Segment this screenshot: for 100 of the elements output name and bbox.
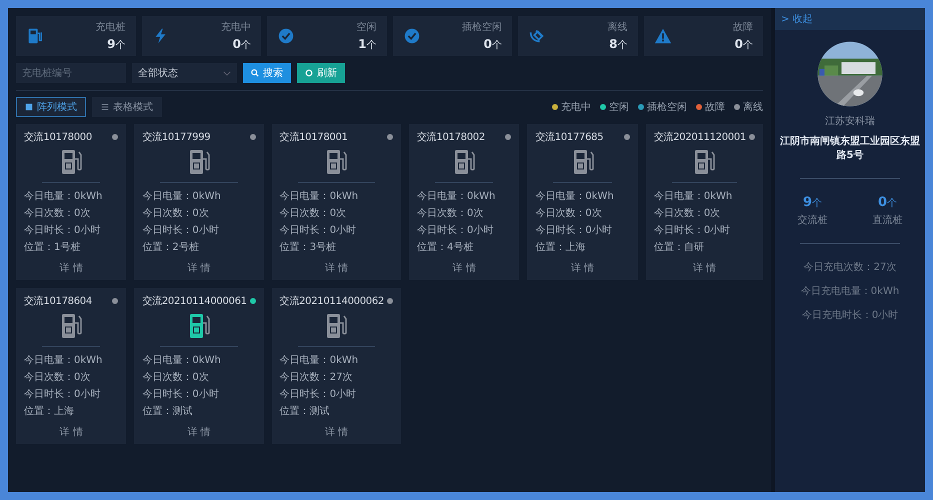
ring-icon xyxy=(305,69,313,77)
charger-info: 今日时长：0小时 xyxy=(24,388,102,401)
detail-link[interactable]: 详 情 xyxy=(452,261,476,275)
charger-info: 今日时长：0小时 xyxy=(654,224,732,237)
charger-info: 今日时长：0小时 xyxy=(280,224,358,237)
charger-info: 今日电量：0kWh xyxy=(535,190,615,203)
stat-count: 1个 xyxy=(358,37,376,52)
stat-label: 空闲 xyxy=(356,20,376,34)
charger-info: 今日电量：0kWh xyxy=(280,354,360,367)
charger-info: 今日次数：27次 xyxy=(280,371,354,384)
check-circle-icon xyxy=(402,27,420,45)
list-icon xyxy=(101,103,109,111)
detail-link[interactable]: 详 情 xyxy=(187,425,211,439)
charger-info: 今日时长：0小时 xyxy=(142,388,220,401)
charger-info: 今日电量：0kWh xyxy=(416,190,496,203)
stat-label: 充电中 xyxy=(221,20,251,34)
search-icon xyxy=(251,69,259,77)
station-name: 江苏安科瑞 xyxy=(825,114,875,128)
stat-label: 离线 xyxy=(608,20,628,34)
fuel-pump-icon xyxy=(324,147,348,177)
charger-name: 交流10178604 xyxy=(24,294,92,308)
detail-link[interactable]: 详 情 xyxy=(60,261,83,275)
fuel-pump-icon xyxy=(187,311,212,341)
fuel-pump-icon xyxy=(59,311,84,341)
charger-name: 交流10178002 xyxy=(416,130,485,144)
charger-info: 今日电量：0kWh xyxy=(142,354,222,367)
charger-info: 今日电量：0kWh xyxy=(24,190,104,203)
charger-name: 交流10177685 xyxy=(535,130,604,144)
fuel-pump-icon xyxy=(452,147,476,177)
stat-count: 0个 xyxy=(484,37,502,52)
stat-count: 8个 xyxy=(609,37,628,52)
pile-type-label: 交流桩 xyxy=(798,214,828,227)
detail-link[interactable]: 详 情 xyxy=(324,261,348,275)
detail-link[interactable]: 详 情 xyxy=(60,425,83,439)
status-select[interactable]: 全部状态 xyxy=(132,63,237,83)
collapse-button[interactable]: > 收起 xyxy=(775,8,925,30)
charger-info: 位置：测试 xyxy=(142,404,194,418)
charger-info: 今日时长：0小时 xyxy=(535,224,613,237)
stat-count: 9个 xyxy=(107,37,126,52)
charger-info: 今日电量：0kWh xyxy=(280,190,360,203)
charger-info: 今日次数：0次 xyxy=(142,207,210,220)
search-button[interactable]: 搜索 xyxy=(243,63,291,83)
today-stat: 今日充电时长：0小时 xyxy=(802,308,898,322)
charger-info: 今日时长：0小时 xyxy=(416,224,494,237)
charger-info: 位置：测试 xyxy=(280,404,331,418)
today-stat: 今日充电电量：0kWh xyxy=(800,284,900,298)
charger-info: 今日次数：0次 xyxy=(654,207,722,220)
charger-info: 今日电量：0kWh xyxy=(142,190,222,203)
fuel-pump-icon xyxy=(324,311,348,341)
charger-info: 今日次数：0次 xyxy=(416,207,484,220)
fuel-pump-icon xyxy=(59,147,84,177)
stat-count: 0个 xyxy=(734,37,753,52)
detail-link[interactable]: 详 情 xyxy=(571,261,594,275)
refresh-button[interactable]: 刷新 xyxy=(297,63,345,83)
legend-label: 插枪空闲 xyxy=(647,100,687,114)
legend-label: 离线 xyxy=(743,100,763,114)
charger-info: 位置：3号桩 xyxy=(280,240,338,254)
fuel-pump-icon xyxy=(26,27,44,45)
stat-label: 插枪空闲 xyxy=(462,20,502,34)
caret-icon xyxy=(223,70,231,76)
view-mode-tab[interactable]: 阵列模式 xyxy=(16,97,86,117)
fuel-pump-icon xyxy=(692,147,716,177)
square-icon xyxy=(25,103,33,111)
detail-link[interactable]: 详 情 xyxy=(324,425,348,439)
stat-label: 充电桩 xyxy=(96,20,126,34)
plug-icon xyxy=(528,27,546,45)
charger-info: 今日时长：0小时 xyxy=(280,388,358,401)
warning-icon xyxy=(654,27,672,45)
station-address: 江阴市南闸镇东盟工业园区东盟路5号 xyxy=(779,134,921,162)
stat-label: 故障 xyxy=(733,20,753,34)
pile-count: 0个 xyxy=(878,195,898,210)
legend-label: 空闲 xyxy=(609,100,629,114)
charger-name: 交流10177999 xyxy=(142,130,210,144)
detail-link[interactable]: 详 情 xyxy=(692,261,716,275)
fuel-pump-icon xyxy=(187,147,212,177)
detail-link[interactable]: 详 情 xyxy=(187,261,211,275)
charger-name: 交流10178000 xyxy=(24,130,92,144)
charger-info: 今日电量：0kWh xyxy=(24,354,104,367)
charger-info: 位置：上海 xyxy=(535,240,586,254)
charger-name: 交流20210114000062 xyxy=(280,294,384,308)
charger-info: 今日次数：0次 xyxy=(24,371,92,384)
charger-info: 今日时长：0小时 xyxy=(142,224,220,237)
charger-info: 今日次数：0次 xyxy=(280,207,348,220)
charger-info: 今日次数：0次 xyxy=(142,371,210,384)
view-mode-tab[interactable]: 表格模式 xyxy=(92,97,162,117)
today-stat: 今日充电次数：27次 xyxy=(804,260,896,274)
legend-label: 故障 xyxy=(705,100,725,114)
charger-info: 今日次数：0次 xyxy=(24,207,92,220)
charger-name: 交流10178001 xyxy=(280,130,348,144)
charger-info: 今日电量：0kWh xyxy=(654,190,734,203)
search-field[interactable]: 充电桩编号 xyxy=(16,63,126,83)
charger-name: 交流202011120001 xyxy=(654,130,746,144)
charger-info: 位置：1号桩 xyxy=(24,240,82,254)
charger-name: 交流20210114000061 xyxy=(142,294,247,308)
charger-info: 今日时长：0小时 xyxy=(24,224,102,237)
charger-info: 今日次数：0次 xyxy=(535,207,603,220)
pile-count: 9个 xyxy=(802,195,822,210)
charger-info: 位置：4号桩 xyxy=(416,240,474,254)
charger-info: 位置：上海 xyxy=(24,404,75,418)
charger-info: 位置：自研 xyxy=(654,240,705,254)
